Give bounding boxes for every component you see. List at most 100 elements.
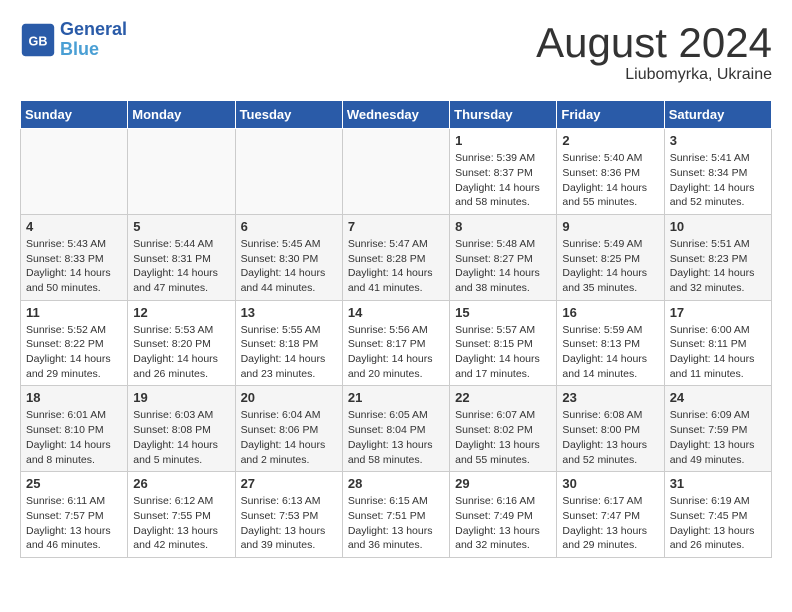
day-number: 27 [241, 476, 337, 491]
day-number: 2 [562, 133, 658, 148]
calendar-header: SundayMondayTuesdayWednesdayThursdayFrid… [21, 101, 772, 129]
calendar-day-cell: 6 Sunrise: 5:45 AM Sunset: 8:30 PM Daylig… [235, 214, 342, 300]
day-info: Sunrise: 6:19 AM Sunset: 7:45 PM Dayligh… [670, 494, 766, 553]
day-number: 14 [348, 305, 444, 320]
day-info: Sunrise: 5:56 AM Sunset: 8:17 PM Dayligh… [348, 323, 444, 382]
calendar-week-row: 4 Sunrise: 5:43 AM Sunset: 8:33 PM Daylig… [21, 214, 772, 300]
day-info: Sunrise: 5:51 AM Sunset: 8:23 PM Dayligh… [670, 237, 766, 296]
calendar-day-cell: 17 Sunrise: 6:00 AM Sunset: 8:11 PM Dayli… [664, 300, 771, 386]
calendar-day-cell: 10 Sunrise: 5:51 AM Sunset: 8:23 PM Dayli… [664, 214, 771, 300]
day-number: 11 [26, 305, 122, 320]
day-number: 17 [670, 305, 766, 320]
logo-line2: Blue [60, 39, 99, 59]
calendar-day-cell: 14 Sunrise: 5:56 AM Sunset: 8:17 PM Dayli… [342, 300, 449, 386]
calendar-day-cell: 11 Sunrise: 5:52 AM Sunset: 8:22 PM Dayli… [21, 300, 128, 386]
day-number: 4 [26, 219, 122, 234]
calendar-day-cell: 15 Sunrise: 5:57 AM Sunset: 8:15 PM Dayli… [450, 300, 557, 386]
day-info: Sunrise: 6:12 AM Sunset: 7:55 PM Dayligh… [133, 494, 229, 553]
calendar-day-cell: 19Sunrise: 6:03 AM Sunset: 8:08 PM Dayli… [128, 386, 235, 472]
day-number: 21 [348, 390, 444, 405]
logo-icon: GB [20, 22, 56, 58]
calendar-day-cell: 18 Sunrise: 6:01 AM Sunset: 8:10 PM Dayli… [21, 386, 128, 472]
day-number: 26 [133, 476, 229, 491]
calendar-day-cell: 21 Sunrise: 6:05 AM Sunset: 8:04 PM Dayli… [342, 386, 449, 472]
day-info: Sunrise: 6:09 AM Sunset: 7:59 PM Dayligh… [670, 408, 766, 467]
calendar-day-cell: 26 Sunrise: 6:12 AM Sunset: 7:55 PM Dayli… [128, 472, 235, 558]
day-info: Sunrise: 5:47 AM Sunset: 8:28 PM Dayligh… [348, 237, 444, 296]
day-number: 16 [562, 305, 658, 320]
day-number: 29 [455, 476, 551, 491]
calendar-day-cell: 8Sunrise: 5:48 AM Sunset: 8:27 PM Daylig… [450, 214, 557, 300]
day-number: 25 [26, 476, 122, 491]
calendar-day-cell: 7 Sunrise: 5:47 AM Sunset: 8:28 PM Daylig… [342, 214, 449, 300]
calendar-table: SundayMondayTuesdayWednesdayThursdayFrid… [20, 100, 772, 558]
weekday-header: Monday [128, 101, 235, 129]
calendar-day-cell [21, 129, 128, 215]
logo: GB General Blue [20, 20, 127, 60]
calendar-day-cell: 1 Sunrise: 5:39 AM Sunset: 8:37 PM Daylig… [450, 129, 557, 215]
calendar-day-cell: 30Sunrise: 6:17 AM Sunset: 7:47 PM Dayli… [557, 472, 664, 558]
calendar-day-cell: 3 Sunrise: 5:41 AM Sunset: 8:34 PM Daylig… [664, 129, 771, 215]
day-info: Sunrise: 6:05 AM Sunset: 8:04 PM Dayligh… [348, 408, 444, 467]
page-header: GB General Blue August 2024 Liubomyrka, … [20, 20, 772, 84]
day-info: Sunrise: 5:52 AM Sunset: 8:22 PM Dayligh… [26, 323, 122, 382]
calendar-week-row: 18 Sunrise: 6:01 AM Sunset: 8:10 PM Dayli… [21, 386, 772, 472]
day-number: 12 [133, 305, 229, 320]
day-number: 10 [670, 219, 766, 234]
calendar-day-cell: 25Sunrise: 6:11 AM Sunset: 7:57 PM Dayli… [21, 472, 128, 558]
day-info: Sunrise: 5:41 AM Sunset: 8:34 PM Dayligh… [670, 151, 766, 210]
day-info: Sunrise: 6:16 AM Sunset: 7:49 PM Dayligh… [455, 494, 551, 553]
day-info: Sunrise: 5:44 AM Sunset: 8:31 PM Dayligh… [133, 237, 229, 296]
day-info: Sunrise: 6:03 AM Sunset: 8:08 PM Dayligh… [133, 408, 229, 467]
svg-text:GB: GB [29, 34, 48, 48]
weekday-header-row: SundayMondayTuesdayWednesdayThursdayFrid… [21, 101, 772, 129]
calendar-day-cell: 28 Sunrise: 6:15 AM Sunset: 7:51 PM Dayli… [342, 472, 449, 558]
day-number: 15 [455, 305, 551, 320]
day-info: Sunrise: 5:43 AM Sunset: 8:33 PM Dayligh… [26, 237, 122, 296]
weekday-header: Wednesday [342, 101, 449, 129]
day-info: Sunrise: 6:17 AM Sunset: 7:47 PM Dayligh… [562, 494, 658, 553]
weekday-header: Thursday [450, 101, 557, 129]
day-number: 1 [455, 133, 551, 148]
weekday-header: Sunday [21, 101, 128, 129]
calendar-day-cell [128, 129, 235, 215]
day-info: Sunrise: 5:49 AM Sunset: 8:25 PM Dayligh… [562, 237, 658, 296]
day-number: 23 [562, 390, 658, 405]
day-info: Sunrise: 5:57 AM Sunset: 8:15 PM Dayligh… [455, 323, 551, 382]
calendar-week-row: 11 Sunrise: 5:52 AM Sunset: 8:22 PM Dayli… [21, 300, 772, 386]
calendar-day-cell: 27Sunrise: 6:13 AM Sunset: 7:53 PM Dayli… [235, 472, 342, 558]
day-number: 31 [670, 476, 766, 491]
day-number: 8 [455, 219, 551, 234]
day-info: Sunrise: 5:45 AM Sunset: 8:30 PM Dayligh… [241, 237, 337, 296]
day-info: Sunrise: 5:39 AM Sunset: 8:37 PM Dayligh… [455, 151, 551, 210]
day-info: Sunrise: 6:01 AM Sunset: 8:10 PM Dayligh… [26, 408, 122, 467]
calendar-day-cell: 13Sunrise: 5:55 AM Sunset: 8:18 PM Dayli… [235, 300, 342, 386]
weekday-header: Friday [557, 101, 664, 129]
day-info: Sunrise: 6:08 AM Sunset: 8:00 PM Dayligh… [562, 408, 658, 467]
calendar-day-cell: 9 Sunrise: 5:49 AM Sunset: 8:25 PM Daylig… [557, 214, 664, 300]
day-number: 6 [241, 219, 337, 234]
day-number: 9 [562, 219, 658, 234]
calendar-body: 1 Sunrise: 5:39 AM Sunset: 8:37 PM Daylig… [21, 129, 772, 558]
calendar-week-row: 1 Sunrise: 5:39 AM Sunset: 8:37 PM Daylig… [21, 129, 772, 215]
month-title: August 2024 [536, 20, 772, 66]
day-info: Sunrise: 6:15 AM Sunset: 7:51 PM Dayligh… [348, 494, 444, 553]
day-number: 28 [348, 476, 444, 491]
title-block: August 2024 Liubomyrka, Ukraine [536, 20, 772, 84]
calendar-day-cell: 24 Sunrise: 6:09 AM Sunset: 7:59 PM Dayli… [664, 386, 771, 472]
day-info: Sunrise: 6:04 AM Sunset: 8:06 PM Dayligh… [241, 408, 337, 467]
day-info: Sunrise: 6:00 AM Sunset: 8:11 PM Dayligh… [670, 323, 766, 382]
day-info: Sunrise: 6:07 AM Sunset: 8:02 PM Dayligh… [455, 408, 551, 467]
calendar-day-cell [235, 129, 342, 215]
day-info: Sunrise: 5:55 AM Sunset: 8:18 PM Dayligh… [241, 323, 337, 382]
day-number: 18 [26, 390, 122, 405]
day-number: 7 [348, 219, 444, 234]
calendar-day-cell: 20Sunrise: 6:04 AM Sunset: 8:06 PM Dayli… [235, 386, 342, 472]
day-number: 3 [670, 133, 766, 148]
day-number: 22 [455, 390, 551, 405]
weekday-header: Saturday [664, 101, 771, 129]
weekday-header: Tuesday [235, 101, 342, 129]
day-number: 5 [133, 219, 229, 234]
day-number: 24 [670, 390, 766, 405]
calendar-day-cell: 16Sunrise: 5:59 AM Sunset: 8:13 PM Dayli… [557, 300, 664, 386]
